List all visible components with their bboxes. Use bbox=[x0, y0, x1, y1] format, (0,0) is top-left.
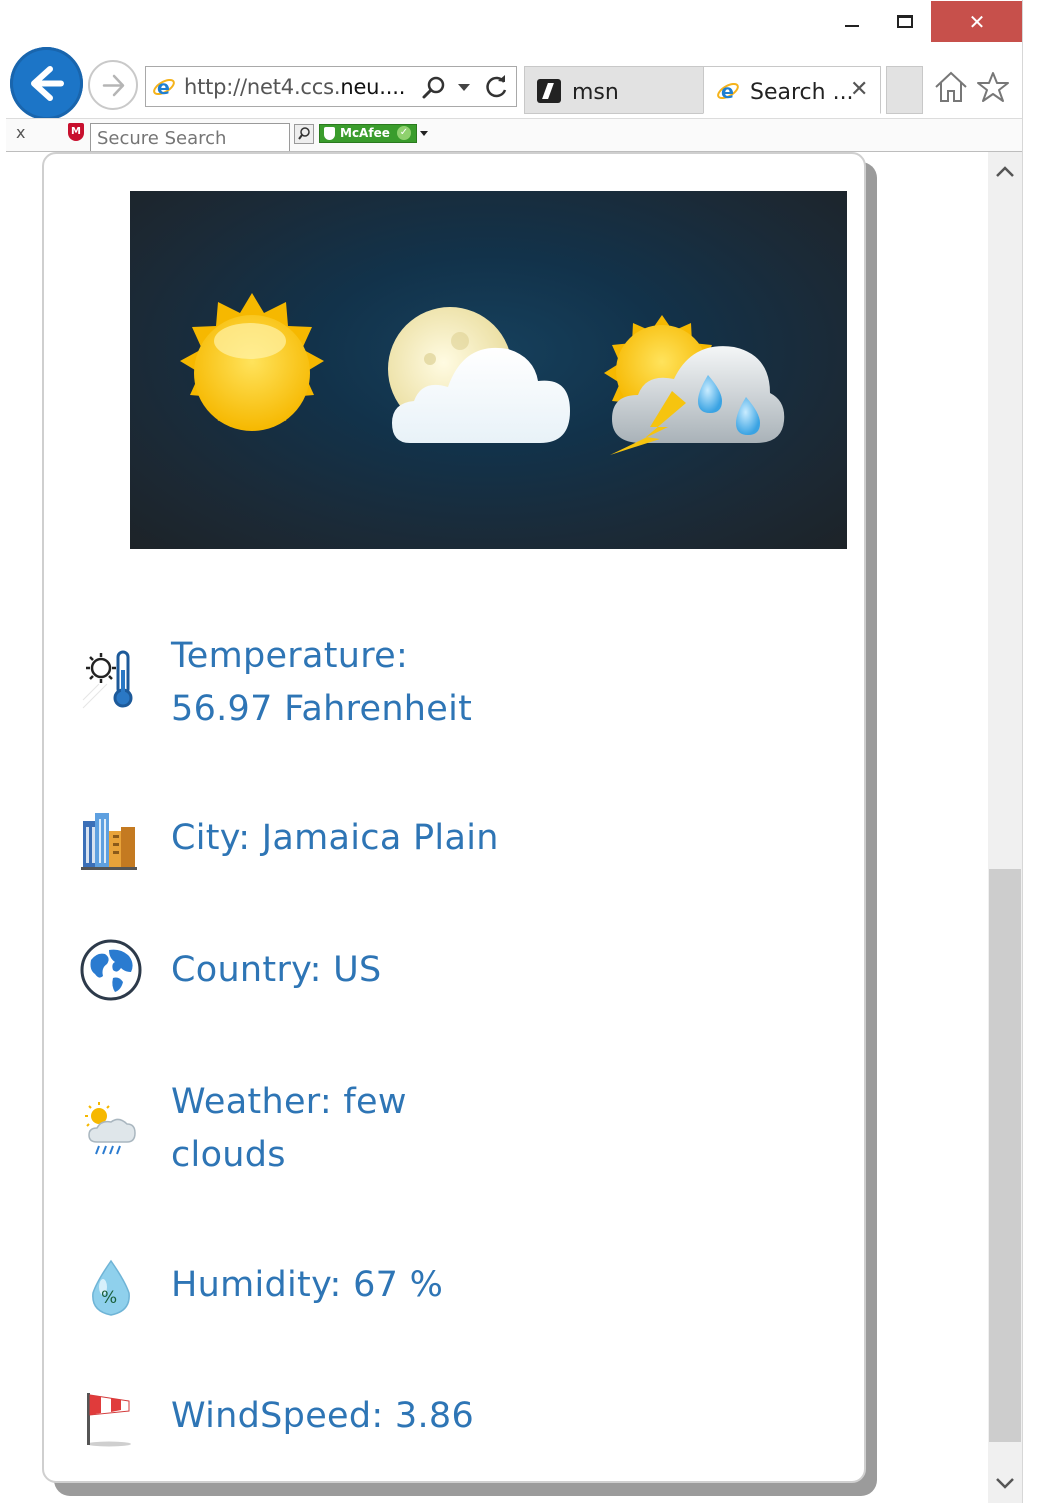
city-text: City: Jamaica Plain bbox=[171, 818, 499, 858]
svg-text:%: % bbox=[101, 1288, 117, 1308]
humidity-drop-icon: % bbox=[92, 1259, 130, 1316]
tab-label: msn bbox=[572, 80, 619, 105]
new-tab-button[interactable] bbox=[886, 66, 923, 114]
minimize-icon bbox=[845, 24, 859, 27]
back-button[interactable] bbox=[10, 47, 83, 120]
weather-illustration bbox=[180, 293, 785, 455]
svg-text:e: e bbox=[721, 81, 734, 103]
mcafee-badge[interactable]: McAfee bbox=[319, 124, 417, 143]
country-text: Country: US bbox=[171, 950, 382, 990]
scroll-up-button[interactable] bbox=[988, 152, 1022, 192]
tab-msn[interactable]: msn bbox=[524, 66, 704, 114]
thermometer-icon bbox=[82, 650, 133, 709]
chevron-up-icon bbox=[996, 166, 1014, 177]
weather-text: Weather: few clouds bbox=[171, 1082, 407, 1175]
weather-row: Weather: few clouds bbox=[79, 1076, 779, 1186]
close-icon: ✕ bbox=[968, 9, 986, 34]
search-icon bbox=[298, 127, 310, 140]
vertical-scrollbar[interactable] bbox=[988, 152, 1022, 1503]
scroll-down-button[interactable] bbox=[988, 1463, 1022, 1503]
chevron-down-icon bbox=[996, 1478, 1014, 1489]
city-row: City: Jamaica Plain bbox=[79, 812, 779, 876]
moon-cloud-icon bbox=[388, 307, 570, 443]
favorites-star-icon[interactable] bbox=[976, 70, 1010, 104]
sun-rain-cloud-icon bbox=[85, 1102, 136, 1155]
maximize-icon bbox=[897, 15, 913, 28]
close-toolbar-icon[interactable]: x bbox=[16, 123, 25, 142]
arrow-left-icon bbox=[31, 66, 64, 101]
windsock-icon bbox=[87, 1393, 131, 1447]
chevron-down-icon[interactable] bbox=[420, 131, 428, 136]
humidity-row: % Humidity: 67 % bbox=[79, 1259, 779, 1323]
mcafee-shield-icon[interactable]: M bbox=[68, 123, 84, 141]
msn-icon bbox=[537, 79, 561, 103]
toolbar-search-button[interactable] bbox=[294, 124, 314, 144]
tab-search[interactable]: e Search ... ✕ bbox=[703, 66, 881, 114]
weather-card: Temperature: 56.97 Fahrenheit City: Jama… bbox=[42, 152, 866, 1483]
country-row: Country: US bbox=[79, 939, 779, 1008]
search-icon[interactable] bbox=[421, 75, 447, 101]
temperature-label: Temperature: bbox=[171, 636, 409, 676]
temperature-value: 56.97 Fahrenheit bbox=[171, 689, 473, 729]
storm-cloud-icon bbox=[604, 315, 785, 455]
tab-label: Search ... bbox=[750, 80, 854, 105]
temperature-text: Temperature: 56.97 Fahrenheit bbox=[171, 630, 531, 736]
secure-search-input[interactable] bbox=[90, 123, 290, 151]
minimize-button[interactable] bbox=[830, 1, 874, 42]
arrow-right-icon bbox=[102, 74, 125, 97]
maximize-button[interactable] bbox=[882, 1, 928, 42]
humidity-text: Humidity: 67 % bbox=[171, 1265, 444, 1305]
window-edge bbox=[1022, 0, 1037, 1503]
windspeed-row: WindSpeed: 3.86 bbox=[79, 1390, 779, 1454]
temperature-row: Temperature: 56.97 Fahrenheit bbox=[79, 630, 779, 740]
close-window-button[interactable]: ✕ bbox=[931, 1, 1023, 42]
chevron-down-icon[interactable] bbox=[458, 84, 470, 91]
weather-banner bbox=[130, 191, 847, 549]
sun-icon bbox=[180, 293, 324, 431]
ie-logo-icon: e bbox=[717, 81, 739, 103]
mcafee-toolbar: x M McAfee bbox=[6, 118, 1022, 152]
city-buildings-icon bbox=[81, 813, 137, 870]
forward-button[interactable] bbox=[88, 60, 138, 110]
home-icon[interactable] bbox=[933, 70, 969, 104]
refresh-icon[interactable] bbox=[484, 74, 510, 100]
globe-icon bbox=[80, 939, 142, 1001]
windspeed-text: WindSpeed: 3.86 bbox=[171, 1396, 475, 1436]
address-bar[interactable]: e http://net4.ccs.neu.... bbox=[145, 66, 517, 107]
address-url[interactable]: http://net4.ccs.neu.... bbox=[184, 75, 405, 99]
ie-logo-icon: e bbox=[153, 77, 175, 99]
scroll-thumb[interactable] bbox=[989, 869, 1021, 1442]
svg-text:e: e bbox=[157, 77, 170, 99]
close-tab-icon[interactable]: ✕ bbox=[850, 77, 868, 102]
window-titlebar: ✕ bbox=[0, 0, 1023, 44]
